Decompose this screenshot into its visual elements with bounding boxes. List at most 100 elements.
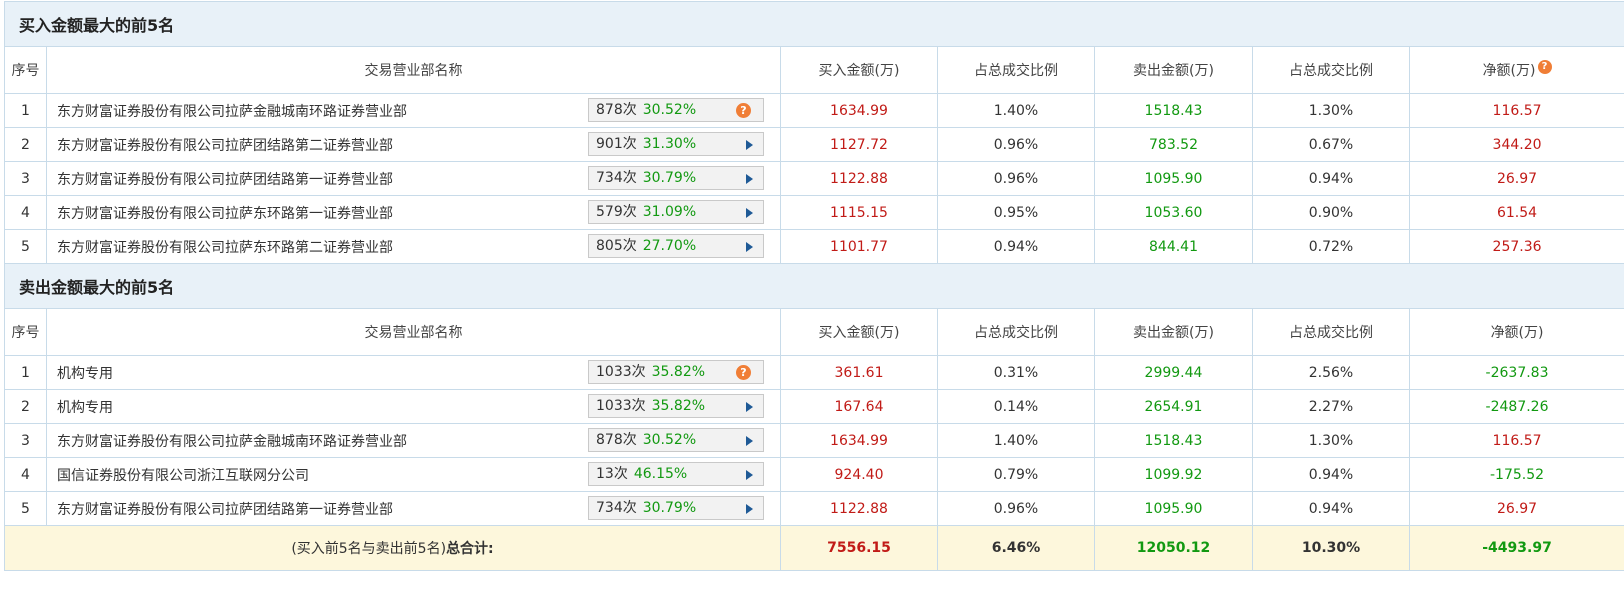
- branch-times: 13次: [596, 466, 628, 482]
- buy-ratio: 0.96%: [937, 127, 1095, 162]
- branch-stats-button[interactable]: 734次 30.79%: [588, 166, 764, 190]
- branch-times: 734次: [596, 500, 637, 516]
- branch-stats-button[interactable]: 1033次 35.82%: [588, 394, 764, 418]
- branch-name-link[interactable]: 东方财富证券股份有限公司拉萨团结路第一证券营业部: [57, 169, 393, 189]
- lhb-tables: 买入金额最大的前5名 序号 交易营业部名称 买入金额(万) 占总成交比例 卖出金…: [3, 1, 1624, 571]
- buy-ratio: 0.96%: [937, 491, 1095, 526]
- branch-times: 1033次: [596, 364, 646, 380]
- branch-cell: 机构专用 1033次 35.82%?: [46, 355, 781, 390]
- buy-ratio: 0.96%: [937, 161, 1095, 196]
- table-row: 2 东方财富证券股份有限公司拉萨团结路第二证券营业部 901次 31.30% 1127.…: [4, 127, 1624, 162]
- branch-success-rate: 30.79%: [642, 170, 697, 186]
- sell-ratio: 0.67%: [1252, 127, 1410, 162]
- branch-stats-button[interactable]: 579次 31.09%: [588, 200, 764, 224]
- table-row: 2 机构专用 1033次 35.82% 167.64 0.14% 2654.91 2.27% -…: [4, 389, 1624, 424]
- sell-header-row: 序号 交易营业部名称 买入金额(万) 占总成交比例 卖出金额(万) 占总成交比例…: [4, 308, 1624, 356]
- question-icon[interactable]: ?: [736, 103, 751, 118]
- branch-success-rate: 35.82%: [651, 398, 706, 414]
- total-buy-amount: 7556.15: [780, 525, 938, 571]
- row-index: 1: [4, 355, 47, 390]
- branch-name-link[interactable]: 机构专用: [57, 363, 113, 383]
- arrow-right-icon[interactable]: [746, 140, 753, 150]
- table-row: 3 东方财富证券股份有限公司拉萨金融城南环路证券营业部 878次 30.52% 1634…: [4, 423, 1624, 458]
- branch-cell: 东方财富证券股份有限公司拉萨金融城南环路证券营业部 878次 30.52%?: [46, 93, 781, 128]
- branch-cell: 东方财富证券股份有限公司拉萨团结路第二证券营业部 901次 31.30%: [46, 127, 781, 162]
- buy-ratio: 1.40%: [937, 93, 1095, 128]
- branch-name-link[interactable]: 东方财富证券股份有限公司拉萨团结路第一证券营业部: [57, 499, 393, 519]
- buy-ratio: 0.95%: [937, 195, 1095, 230]
- net-amount: 344.20: [1408, 127, 1624, 162]
- branch-success-rate: 31.30%: [642, 136, 697, 152]
- arrow-right-icon[interactable]: [746, 402, 753, 412]
- branch-stats-button[interactable]: 734次 30.79%: [588, 496, 764, 520]
- arrow-right-icon[interactable]: [746, 436, 753, 446]
- buy-ratio: 0.79%: [937, 457, 1095, 492]
- buy-section-title: 买入金额最大的前5名: [3, 1, 1624, 47]
- row-index: 2: [4, 389, 47, 424]
- total-sell-amount: 12050.12: [1094, 525, 1253, 571]
- net-amount: -2487.26: [1408, 389, 1624, 424]
- row-index: 1: [4, 93, 47, 128]
- buy-header-row: 序号 交易营业部名称 买入金额(万) 占总成交比例 卖出金额(万) 占总成交比例…: [4, 46, 1624, 94]
- branch-stats-button[interactable]: 878次 30.52%?: [588, 98, 764, 122]
- branch-cell: 东方财富证券股份有限公司拉萨金融城南环路证券营业部 878次 30.52%: [46, 423, 781, 458]
- table-row: 1 机构专用 1033次 35.82%? 361.61 0.31% 2999.44 2.56%…: [4, 355, 1624, 390]
- row-index: 2: [4, 127, 47, 162]
- branch-stats-button[interactable]: 13次 46.15%: [588, 462, 764, 486]
- row-index: 5: [4, 229, 47, 264]
- col-branch-header: 交易营业部名称: [46, 46, 781, 94]
- col-buy-amount-header: 买入金额(万): [780, 46, 938, 94]
- question-icon[interactable]: ?: [736, 365, 751, 380]
- buy-ratio: 0.94%: [937, 229, 1095, 264]
- net-amount: -2637.83: [1408, 355, 1624, 390]
- table-row: 5 东方财富证券股份有限公司拉萨东环路第二证券营业部 805次 27.70% 1101.…: [4, 229, 1624, 264]
- total-label: (买入前5名与卖出前5名)总合计:: [4, 525, 781, 571]
- net-amount: 116.57: [1408, 423, 1624, 458]
- branch-name-link[interactable]: 东方财富证券股份有限公司拉萨东环路第一证券营业部: [57, 203, 393, 223]
- sell-ratio: 2.27%: [1252, 389, 1410, 424]
- col-buy-amount-header: 买入金额(万): [780, 308, 938, 356]
- branch-name-link[interactable]: 东方财富证券股份有限公司拉萨东环路第二证券营业部: [57, 237, 393, 257]
- branch-stats-button[interactable]: 901次 31.30%: [588, 132, 764, 156]
- net-amount: 26.97: [1408, 161, 1624, 196]
- branch-name-link[interactable]: 东方财富证券股份有限公司拉萨金融城南环路证券营业部: [57, 101, 407, 121]
- branch-cell: 东方财富证券股份有限公司拉萨团结路第一证券营业部 734次 30.79%: [46, 491, 781, 526]
- branch-name-link[interactable]: 国信证券股份有限公司浙江互联网分公司: [57, 465, 309, 485]
- branch-name-link[interactable]: 机构专用: [57, 397, 113, 417]
- branch-times: 901次: [596, 136, 637, 152]
- branch-stats-button[interactable]: 805次 27.70%: [588, 234, 764, 258]
- col-index-header: 序号: [4, 46, 47, 94]
- buy-amount: 167.64: [780, 389, 938, 424]
- buy-amount: 1122.88: [780, 161, 938, 196]
- branch-name-link[interactable]: 东方财富证券股份有限公司拉萨金融城南环路证券营业部: [57, 431, 407, 451]
- branch-times: 805次: [596, 238, 637, 254]
- net-header-label: 净额(万): [1482, 63, 1536, 79]
- net-amount: 116.57: [1408, 93, 1624, 128]
- arrow-right-icon[interactable]: [746, 504, 753, 514]
- branch-times: 734次: [596, 170, 637, 186]
- col-buy-ratio-header: 占总成交比例: [937, 46, 1095, 94]
- buy-amount: 1634.99: [780, 423, 938, 458]
- branch-stats-button[interactable]: 878次 30.52%: [588, 428, 764, 452]
- net-amount: 26.97: [1408, 491, 1624, 526]
- buy-top5-table: 买入金额最大的前5名 序号 交易营业部名称 买入金额(万) 占总成交比例 卖出金…: [3, 1, 1624, 264]
- col-net-header: 净额(万)?: [1408, 46, 1624, 94]
- total-label-bold: 总合计:: [446, 541, 494, 557]
- sell-ratio: 2.56%: [1252, 355, 1410, 390]
- sell-ratio: 1.30%: [1252, 423, 1410, 458]
- branch-times: 579次: [596, 204, 637, 220]
- arrow-right-icon[interactable]: [746, 174, 753, 184]
- branch-cell: 机构专用 1033次 35.82%: [46, 389, 781, 424]
- help-icon[interactable]: ?: [1537, 60, 1552, 74]
- col-sell-ratio-header: 占总成交比例: [1252, 46, 1410, 94]
- branch-cell: 东方财富证券股份有限公司拉萨东环路第二证券营业部 805次 27.70%: [46, 229, 781, 264]
- arrow-right-icon[interactable]: [746, 470, 753, 480]
- sell-ratio: 0.72%: [1252, 229, 1410, 264]
- sell-amount: 1095.90: [1094, 161, 1253, 196]
- buy-amount: 1115.15: [780, 195, 938, 230]
- branch-stats-button[interactable]: 1033次 35.82%?: [588, 360, 764, 384]
- arrow-right-icon[interactable]: [746, 242, 753, 252]
- branch-name-link[interactable]: 东方财富证券股份有限公司拉萨团结路第二证券营业部: [57, 135, 393, 155]
- branch-success-rate: 30.79%: [642, 500, 697, 516]
- arrow-right-icon[interactable]: [746, 208, 753, 218]
